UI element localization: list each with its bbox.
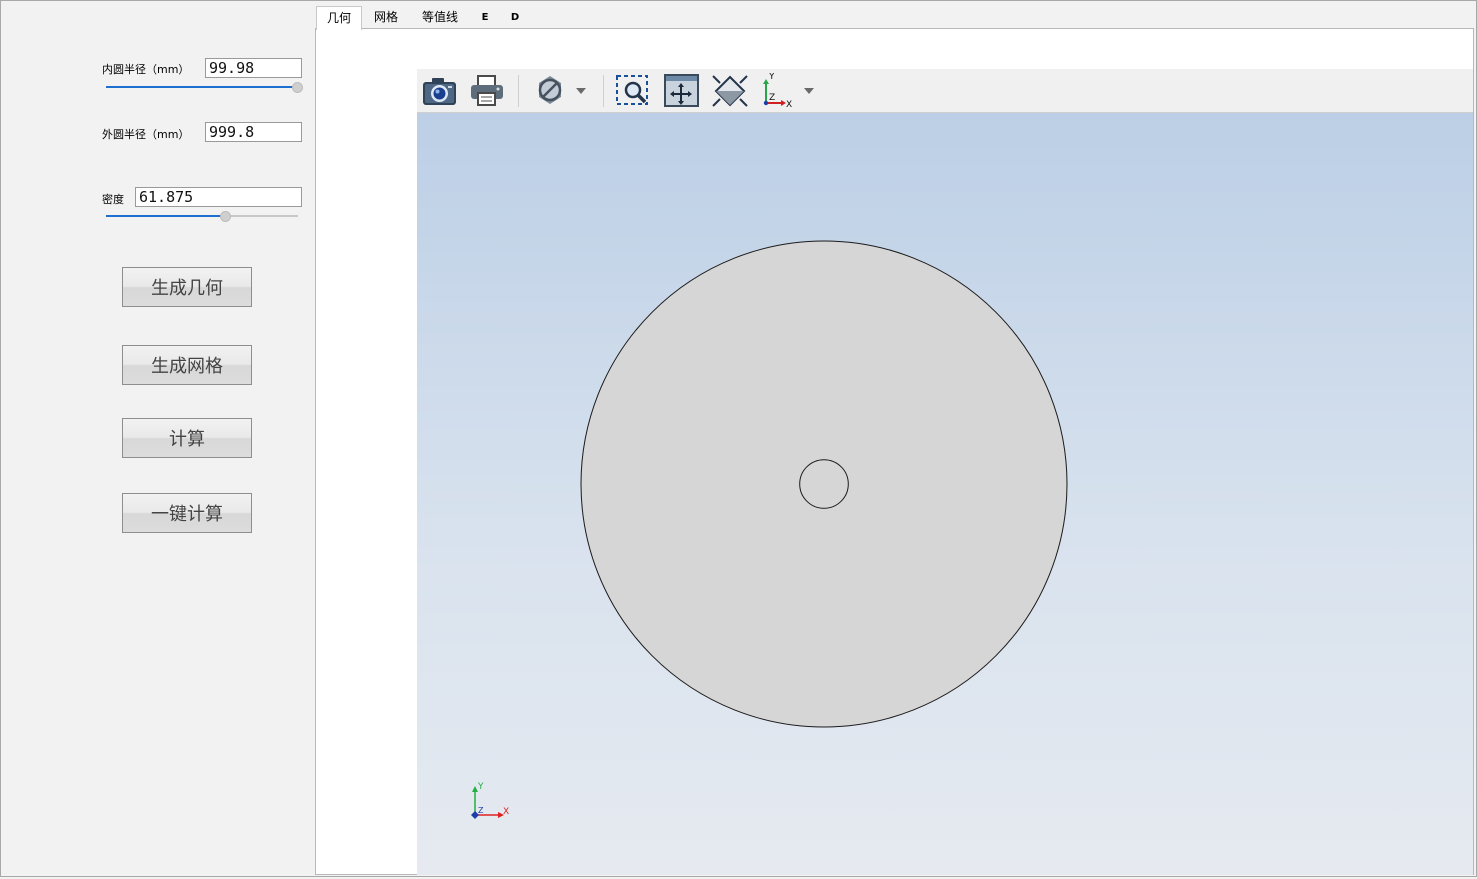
inner-circle-hole[interactable] [799, 459, 849, 509]
tab-d[interactable]: D [507, 6, 523, 29]
3d-viewer: Y Z X Y Z X [417, 69, 1473, 875]
outer-radius-input[interactable]: 999.8 [205, 122, 302, 142]
toolbar-separator [603, 75, 604, 107]
inner-radius-label: 内圆半径（mm） [102, 63, 190, 76]
one-click-compute-button[interactable]: 一键计算 [122, 493, 252, 533]
generate-geometry-button[interactable]: 生成几何 [122, 267, 252, 307]
slider-fill [106, 86, 297, 88]
inner-radius-slider[interactable] [106, 82, 303, 93]
tab-geometry[interactable]: 几何 [316, 6, 362, 30]
clipping-icon[interactable] [531, 73, 591, 109]
slider-handle[interactable] [292, 82, 303, 93]
axis-y-label: Y [768, 73, 775, 82]
tab-e[interactable]: E [477, 6, 493, 29]
camera-icon[interactable] [420, 73, 460, 109]
triad-x-label: X [503, 807, 509, 817]
slider-handle[interactable] [220, 211, 231, 222]
print-icon[interactable] [467, 73, 507, 109]
fit-all-icon[interactable] [661, 73, 701, 109]
control-panel: 内圆半径（mm） 99.98 外圆半径（mm） 999.8 密度 61.875 … [0, 0, 315, 877]
density-label: 密度 [102, 193, 124, 206]
view-iso-icon[interactable] [710, 73, 750, 109]
axis-view-icon[interactable]: Y Z X [758, 73, 818, 109]
tab-contour[interactable]: 等值线 [415, 6, 465, 29]
axis-x-label: X [786, 100, 792, 109]
zoom-window-icon[interactable] [613, 73, 653, 109]
density-slider[interactable] [106, 211, 298, 222]
outer-radius-label: 外圆半径（mm） [102, 128, 190, 141]
generate-mesh-button[interactable]: 生成网格 [122, 345, 252, 385]
tab-mesh[interactable]: 网格 [365, 6, 407, 29]
axis-z-label: Z [769, 93, 775, 103]
viewer-toolbar: Y Z X [417, 69, 1473, 113]
density-input[interactable]: 61.875 [135, 187, 302, 207]
compute-button[interactable]: 计算 [122, 418, 252, 458]
tab-bar: 几何 网格 等值线 E D [315, 6, 1477, 30]
view-triad: Y Z X [471, 782, 509, 819]
toolbar-separator [518, 75, 519, 107]
triad-y-label: Y [477, 782, 484, 792]
model-view: Y Z X [471, 240, 1068, 819]
inner-radius-input[interactable]: 99.98 [205, 58, 302, 78]
slider-fill [106, 215, 225, 217]
viewport-canvas[interactable]: Y Z X [417, 113, 1473, 875]
triad-z-label: Z [478, 806, 484, 815]
